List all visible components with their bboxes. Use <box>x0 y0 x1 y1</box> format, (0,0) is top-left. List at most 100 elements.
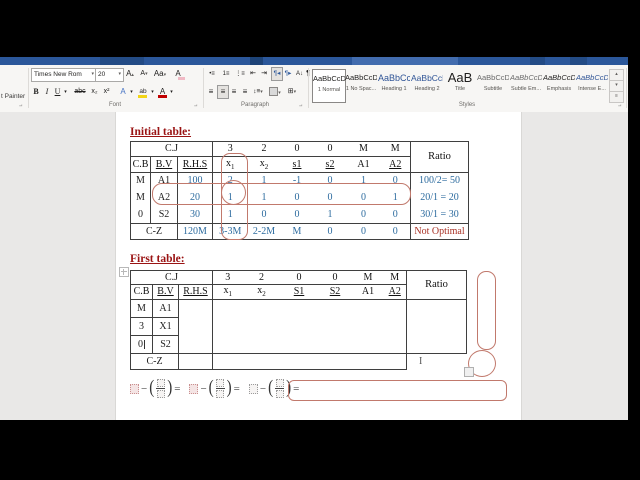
initial-table-heading[interactable]: Initial table: <box>130 126 191 138</box>
col-header-x1[interactable]: x1 <box>212 284 243 300</box>
cz-value-cell[interactable]: 0 <box>380 223 411 240</box>
cell-value[interactable]: 0 <box>281 189 314 207</box>
equation-placeholder-box[interactable] <box>130 383 139 394</box>
cell-value[interactable]: 0 <box>314 189 347 207</box>
fraction-placeholder[interactable] <box>156 379 166 398</box>
styles-more-button[interactable]: ≡ <box>609 91 624 103</box>
cell-value[interactable]: 1 <box>381 189 411 207</box>
ltr-direction-button[interactable]: ¶▸ <box>283 68 293 80</box>
cell-bv[interactable]: A1 <box>150 172 178 189</box>
col-header-cb[interactable]: C.B <box>130 156 151 173</box>
obj-coef-cell[interactable]: M <box>352 270 384 285</box>
font-name-combo[interactable]: Times New Rom ▾ <box>31 68 97 82</box>
ratio-header-cell[interactable]: Ratio <box>406 270 467 300</box>
equation-placeholder-box[interactable] <box>216 390 225 398</box>
cell-ratio[interactable]: 20/1 = 20 <box>410 188 469 207</box>
col-header-x2[interactable]: x2 <box>242 284 281 300</box>
strikethrough-button[interactable]: abc <box>73 86 87 98</box>
style-item-subtle-emphasis[interactable]: AaBbCcDd Subtle Em... <box>510 69 542 101</box>
ratio-equation[interactable]: − ( ) = <box>189 379 240 398</box>
cz-label-cell[interactable]: C-Z <box>130 223 178 240</box>
cz-value-cell[interactable]: 0 <box>346 223 381 240</box>
chevron-down-icon[interactable]: ▾ <box>91 69 94 80</box>
cell-value[interactable]: 2 <box>213 173 248 189</box>
font-size-combo[interactable]: 20 ▾ <box>95 68 124 82</box>
cell-value[interactable]: -1 <box>281 173 314 189</box>
fraction-placeholder[interactable] <box>215 379 225 398</box>
col-header-cb[interactable]: C.B <box>130 284 153 300</box>
obj-coef-cell[interactable]: 3 <box>212 270 243 285</box>
ratio-equation[interactable]: − ( ) = <box>130 379 180 398</box>
cz-value-cell[interactable]: M <box>280 223 314 240</box>
cell-value[interactable]: 0 <box>380 206 411 224</box>
font-dialog-launcher-icon[interactable]: ⌐ <box>194 102 198 108</box>
cz-rhs-cell[interactable] <box>178 353 213 370</box>
shrink-font-button[interactable]: A▾ <box>138 68 150 80</box>
ratio-header-cell[interactable]: Ratio <box>410 141 469 173</box>
highlight-button[interactable]: ab <box>137 86 149 98</box>
resize-handle-square[interactable] <box>464 367 474 377</box>
col-header-a2[interactable]: A2 <box>383 284 407 300</box>
obj-coef-cell[interactable]: 0 <box>313 141 347 157</box>
cell-cb[interactable]: M <box>130 299 153 318</box>
pivot-cell[interactable]: 1 <box>213 189 248 207</box>
highlight-dropdown[interactable]: ▾ <box>149 86 156 98</box>
first-table-heading[interactable]: First table: <box>130 253 185 265</box>
cz-empty-cell[interactable] <box>212 353 407 370</box>
fraction-placeholder[interactable] <box>275 379 285 398</box>
cell-value[interactable]: 1 <box>347 173 381 189</box>
subscript-button[interactable]: x₂ <box>89 86 100 98</box>
cell-value[interactable]: 0 <box>247 206 281 224</box>
cell-bv[interactable]: X1 <box>152 317 179 336</box>
change-case-button[interactable]: Aa▾ <box>153 68 167 81</box>
grow-font-button[interactable]: A▴ <box>124 68 136 81</box>
cell-rhs[interactable]: 30 <box>177 206 213 224</box>
cell-bv[interactable]: A2 <box>150 188 178 207</box>
table-move-handle-icon[interactable] <box>119 267 129 277</box>
superscript-button[interactable]: x² <box>101 86 112 98</box>
cell-value[interactable]: 1 <box>313 206 347 224</box>
cz-rhs-cell[interactable]: 120M <box>177 223 213 240</box>
equation-placeholder-box[interactable] <box>156 379 165 387</box>
obj-coef-cell[interactable]: 2 <box>242 270 281 285</box>
cell-ratio[interactable]: 30/1 = 30 <box>410 206 469 224</box>
align-left-button[interactable]: ≡ <box>206 86 216 98</box>
cj-header-cell[interactable]: C.J <box>130 270 213 285</box>
col-header-s2[interactable]: s2 <box>313 156 347 173</box>
cell-value[interactable]: 0 <box>314 173 347 189</box>
obj-coef-cell[interactable]: M <box>346 141 381 157</box>
numbering-button[interactable]: 1≡ <box>220 68 232 80</box>
col-header-a1[interactable]: A1 <box>352 284 384 300</box>
obj-coef-cell[interactable]: 0 <box>280 141 314 157</box>
style-item-emphasis[interactable]: AaBbCcDd Emphasis <box>543 69 575 101</box>
format-painter-button[interactable]: t Painter <box>1 93 25 100</box>
obj-coef-cell[interactable]: M <box>380 141 411 157</box>
decrease-indent-button[interactable]: ⇤ <box>248 68 258 80</box>
cz-label-cell[interactable]: C-Z <box>130 353 179 370</box>
obj-coef-cell[interactable]: M <box>383 270 407 285</box>
cell-bv[interactable]: S2 <box>152 335 179 354</box>
italic-button[interactable]: I <box>43 86 51 98</box>
col-header-x1[interactable]: x1 <box>212 156 248 173</box>
multilevel-list-button[interactable]: ⋮≡ <box>234 68 246 80</box>
underline-options-button[interactable]: ▾ <box>62 86 69 98</box>
cell-cb[interactable]: 3 <box>130 317 153 336</box>
align-center-button[interactable]: ≡ <box>217 85 229 99</box>
borders-button[interactable]: ⊞▾ <box>285 86 299 98</box>
cell-cb[interactable]: M <box>130 172 151 189</box>
cell-cb[interactable]: 0 <box>130 335 153 354</box>
cell-bv[interactable]: A1 <box>152 299 179 318</box>
obj-coef-cell[interactable]: 2 <box>247 141 281 157</box>
style-item-subtitle[interactable]: AaBbCcD Subtitle <box>477 69 509 101</box>
cell-value[interactable]: 1 <box>248 173 281 189</box>
equation-placeholder-box[interactable] <box>248 383 258 394</box>
values-empty-region[interactable] <box>212 299 407 354</box>
justify-button[interactable]: ≡ <box>240 86 250 98</box>
cj-header-cell[interactable]: C.J <box>130 141 213 157</box>
cell-rhs[interactable]: 20 <box>177 188 213 207</box>
cell-value[interactable]: 0 <box>346 206 381 224</box>
obj-coef-cell[interactable]: 0 <box>280 270 318 285</box>
equation-placeholder-box[interactable] <box>156 390 165 398</box>
shading-button[interactable]: ▾ <box>268 86 282 99</box>
style-item-normal[interactable]: AaBbCcDd 1 Normal <box>312 69 346 103</box>
